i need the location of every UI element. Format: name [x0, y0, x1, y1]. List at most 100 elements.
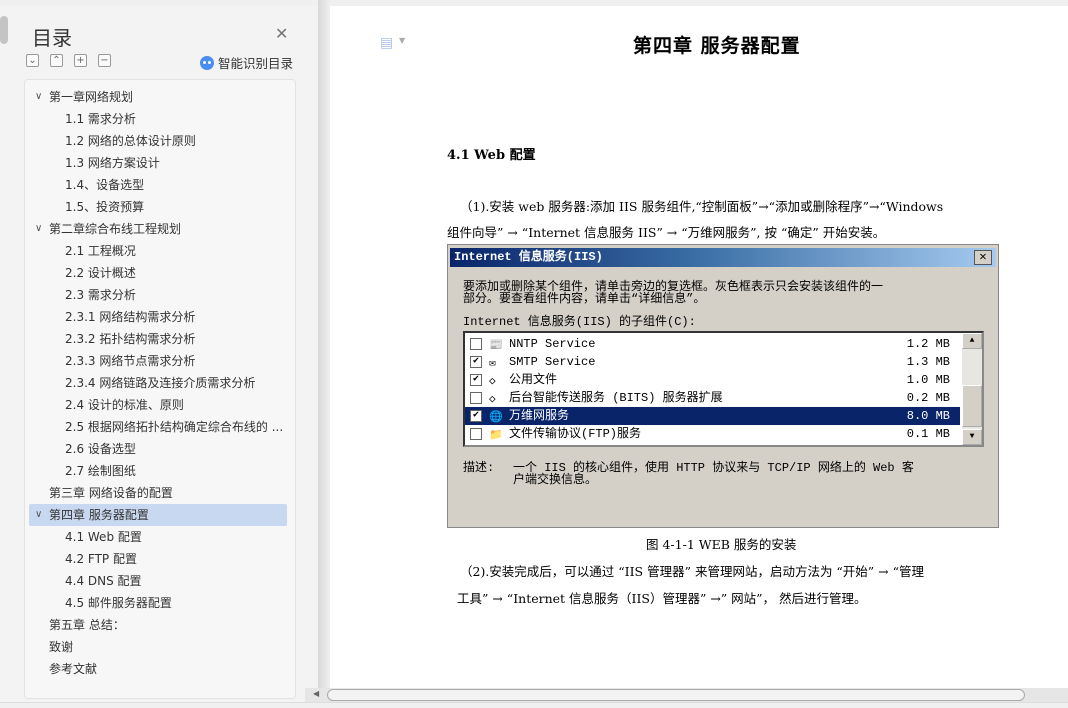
component-size: 1.2 MB [906, 337, 950, 351]
component-name: SMTP Service [509, 355, 596, 369]
toc-item[interactable]: 4.5 邮件服务器配置 [29, 592, 287, 614]
chevron-down-icon[interactable]: ∨ [35, 86, 42, 108]
toc-item[interactable]: ∨ 第一章网络规划 [29, 86, 287, 108]
sidebar-scrollbar[interactable] [0, 16, 8, 44]
toc-item-label: 2.3.1 网络结构需求分析 [65, 310, 196, 324]
toc-item-label: 2.3 需求分析 [65, 288, 136, 302]
collapse-all-button[interactable]: ⌃ [50, 54, 63, 67]
chapter-title: 第四章 服务器配置 [633, 35, 801, 57]
component-size: 0.2 MB [906, 391, 950, 405]
toc-item-label: 4.4 DNS 配置 [65, 574, 142, 588]
toc-item[interactable]: 2.5 根据网络拓扑结构确定综合布线的 ... [29, 416, 287, 438]
chevron-down-icon[interactable]: ∨ [35, 218, 42, 240]
scroll-left-icon[interactable]: ◀ [313, 689, 319, 698]
toc-item-label: 4.5 邮件服务器配置 [65, 596, 172, 610]
dialog-title: Internet 信息服务(IIS) [454, 250, 603, 264]
component-name: 文件传输协议(FTP)服务 [509, 427, 642, 441]
toc-item[interactable]: ∨ 第四章 服务器配置 [29, 504, 287, 526]
toc-item-label: 2.3.4 网络链路及连接介质需求分析 [65, 376, 256, 390]
toc-item[interactable]: 4.2 FTP 配置 [29, 548, 287, 570]
toc-item-label: 第二章综合布线工程规划 [49, 222, 182, 236]
smart-toc-button[interactable]: 智能识别目录 [200, 53, 293, 72]
list-row: ✔ ✉ SMTP Service 1.3 MB [465, 353, 960, 371]
toc-item-label: 2.3.3 网络节点需求分析 [65, 354, 196, 368]
toc-item-label: 参考文献 [49, 662, 98, 676]
scroll-thumb [962, 385, 982, 427]
toc-item-label: 2.3.2 拓扑结构需求分析 [65, 332, 196, 346]
component-size: 1.0 MB [906, 373, 950, 387]
description-text: 户端交换信息。 [513, 473, 598, 487]
toc-item-label: 1.5、投资预算 [65, 200, 145, 214]
toc-item[interactable]: 致谢 [29, 636, 287, 658]
component-size: 8.0 MB [906, 409, 950, 423]
toc-item-label: 2.5 根据网络拓扑结构确定综合布线的 ... [65, 420, 284, 434]
scroll-thumb[interactable] [327, 689, 1025, 701]
add-heading-button[interactable]: + [74, 54, 87, 67]
list-row: ◇ 后台智能传送服务 (BITS) 服务器扩展 0.2 MB [465, 389, 960, 407]
toc-item[interactable]: 2.2 设计概述 [29, 262, 287, 284]
horizontal-scrollbar[interactable]: ◀ [305, 688, 1068, 702]
list-row: ✔ 🌐 万维网服务 8.0 MB [465, 407, 960, 425]
toc-item[interactable]: 2.3.1 网络结构需求分析 [29, 306, 287, 328]
toc-item[interactable]: 1.2 网络的总体设计原则 [29, 130, 287, 152]
paragraph-line: 工具” → “Internet 信息服务（IIS）管理器” →” 网站”， 然后… [457, 591, 867, 606]
toc-item[interactable]: 2.3.2 拓扑结构需求分析 [29, 328, 287, 350]
description-label: 描述: [463, 461, 495, 475]
list-row: 📁 文件传输协议(FTP)服务 0.1 MB [465, 425, 960, 443]
toc-item[interactable]: 第五章 总结： [29, 614, 287, 636]
toc-item[interactable]: 2.3.4 网络链路及连接介质需求分析 [29, 372, 287, 394]
expand-all-button[interactable]: ⌄ [26, 54, 39, 67]
toc-item[interactable]: 2.3.3 网络节点需求分析 [29, 350, 287, 372]
paragraph-line: （2).安装完成后，可以通过 “IIS 管理器” 来管理网站，启动方法为 “开始… [460, 564, 925, 579]
toc-item[interactable]: 2.1 工程概况 [29, 240, 287, 262]
toc-item[interactable]: 2.3 需求分析 [29, 284, 287, 306]
list-label: Internet 信息服务(IIS) 的子组件(C): [463, 315, 696, 329]
toc-item[interactable]: 2.7 绘制图纸 [29, 460, 287, 482]
toc-item-label: 1.2 网络的总体设计原则 [65, 134, 196, 148]
close-icon: ✕ [974, 250, 992, 265]
remove-heading-button[interactable]: − [98, 54, 111, 67]
toc-item[interactable]: 4.4 DNS 配置 [29, 570, 287, 592]
document-icon[interactable]: ▤ [380, 35, 393, 51]
checkbox: ✔ [470, 410, 482, 422]
toc-item-label: 2.2 设计概述 [65, 266, 136, 280]
chevron-down-icon[interactable]: ▼ [399, 36, 405, 45]
toc-item[interactable]: 2.6 设备选型 [29, 438, 287, 460]
component-name: NNTP Service [509, 337, 596, 351]
paragraph-line: （1).安装 web 服务器:添加 IIS 服务组件,“控制面板”→“添加或删除… [460, 199, 944, 214]
chevron-down-icon[interactable]: ∨ [35, 504, 42, 526]
folder-icon: 📁 [489, 430, 503, 442]
toc-item-label: 1.4、设备选型 [65, 178, 145, 192]
smart-toc-label: 智能识别目录 [218, 56, 294, 71]
toc-item-label: 第三章 网络设备的配置 [49, 486, 173, 500]
toc-item-label: 第一章网络规划 [49, 90, 134, 104]
checkbox [470, 428, 482, 440]
checkbox [470, 392, 482, 404]
toc-item[interactable]: ∨ 第二章综合布线工程规划 [29, 218, 287, 240]
figure-caption: 图 4-1-1 WEB 服务的安装 [646, 537, 797, 552]
toc-item-label: 4.1 Web 配置 [65, 530, 142, 544]
checkbox: ✔ [470, 356, 482, 368]
scroll-down-icon: ▼ [962, 429, 982, 445]
toc-item-label: 2.4 设计的标准、原则 [65, 398, 184, 412]
toc-item[interactable]: 1.4、设备选型 [29, 174, 287, 196]
toc-item-label: 致谢 [49, 640, 74, 654]
scroll-up-icon: ▲ [962, 333, 982, 349]
toc-item[interactable]: 参考文献 [29, 658, 287, 680]
dialog-instruction: 部分。要查看组件内容，请单击“详细信息”。 [463, 292, 706, 306]
toc-item-label: 第四章 服务器配置 [49, 508, 149, 522]
toc-item[interactable]: 4.1 Web 配置 [29, 526, 287, 548]
toc-item[interactable]: 1.3 网络方案设计 [29, 152, 287, 174]
toc-item[interactable]: 第三章 网络设备的配置 [29, 482, 287, 504]
list-row: ✔ ◇ 公用文件 1.0 MB [465, 371, 960, 389]
toc-item[interactable]: 1.1 需求分析 [29, 108, 287, 130]
toc-item[interactable]: 2.4 设计的标准、原则 [29, 394, 287, 416]
toc-item-label: 第五章 总结： [49, 618, 125, 632]
toc-item-label: 2.6 设备选型 [65, 442, 136, 456]
component-size: 1.3 MB [906, 355, 950, 369]
toc-item[interactable]: 1.5、投资预算 [29, 196, 287, 218]
paragraph-line: 组件向导” → “Internet 信息服务 IIS” → “万维网服务”, 按… [447, 225, 886, 240]
checkbox: ✔ [470, 374, 482, 386]
close-icon[interactable]: ✕ [275, 24, 288, 43]
divider [318, 0, 330, 690]
